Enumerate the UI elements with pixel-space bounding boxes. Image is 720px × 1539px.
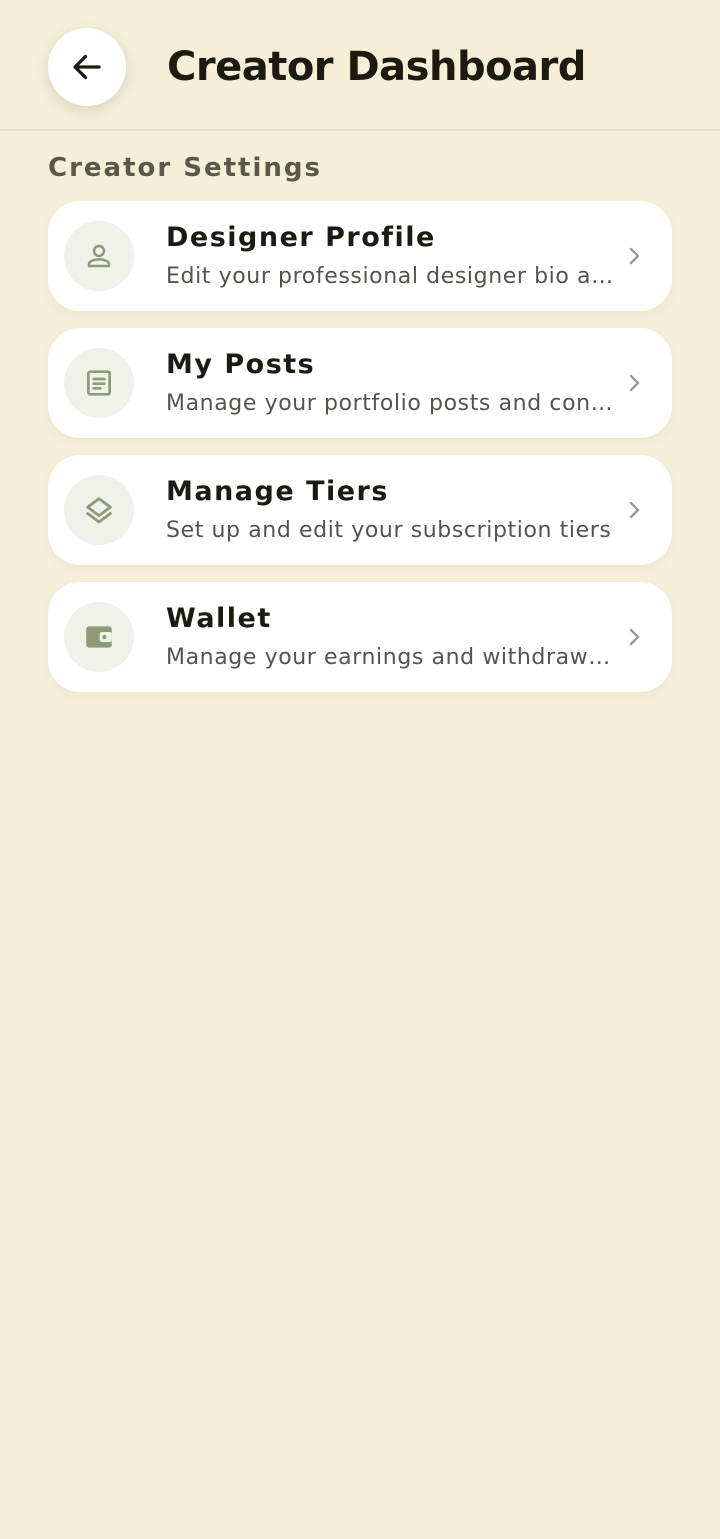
person-icon: [87, 244, 111, 268]
menu-item-title: Designer Profile: [166, 222, 436, 253]
app-header: Creator Dashboard: [0, 0, 720, 131]
wallet-icon: [86, 626, 112, 648]
menu-item-description: Edit your professional designer bio and …: [166, 264, 616, 289]
document-icon: [87, 370, 111, 396]
menu-item-designer-profile[interactable]: Designer Profile Edit your professional …: [48, 201, 672, 311]
menu-item-manage-tiers[interactable]: Manage Tiers Set up and edit your subscr…: [48, 455, 672, 565]
menu-item-my-posts[interactable]: My Posts Manage your portfolio posts and…: [48, 328, 672, 438]
menu-item-title: Manage Tiers: [166, 476, 389, 507]
menu-item-description: Manage your portfolio posts and content: [166, 391, 616, 416]
chevron-right-icon: [620, 623, 648, 651]
menu-item-title: My Posts: [166, 349, 316, 380]
back-button[interactable]: [48, 28, 126, 106]
layers-icon: [86, 497, 112, 524]
menu-item-description: Set up and edit your subscription tiers: [166, 518, 612, 543]
menu-item-wallet[interactable]: Wallet Manage your earnings and withdraw…: [48, 582, 672, 692]
chevron-right-icon: [620, 369, 648, 397]
menu-item-title: Wallet: [166, 603, 272, 634]
menu-item-description: Manage your earnings and withdrawals: [166, 645, 616, 670]
chevron-right-icon: [620, 496, 648, 524]
menu-item-icon-circle: [64, 602, 134, 672]
menu-item-icon-circle: [64, 221, 134, 291]
menu-item-icon-circle: [64, 348, 134, 418]
page-title: Creator Dashboard: [167, 44, 586, 90]
arrow-left-icon: [73, 54, 101, 80]
chevron-right-icon: [620, 242, 648, 270]
section-title: Creator Settings: [48, 153, 322, 183]
menu-item-icon-circle: [64, 475, 134, 545]
